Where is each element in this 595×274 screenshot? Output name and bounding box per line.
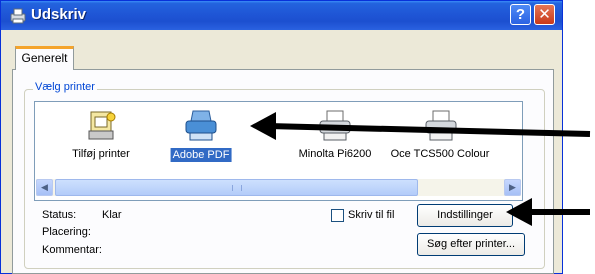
tab-generelt[interactable]: Generelt [15, 46, 74, 70]
arrow-icon [506, 198, 590, 226]
arrow-icon [250, 112, 591, 140]
annotation-arrows [250, 112, 591, 226]
